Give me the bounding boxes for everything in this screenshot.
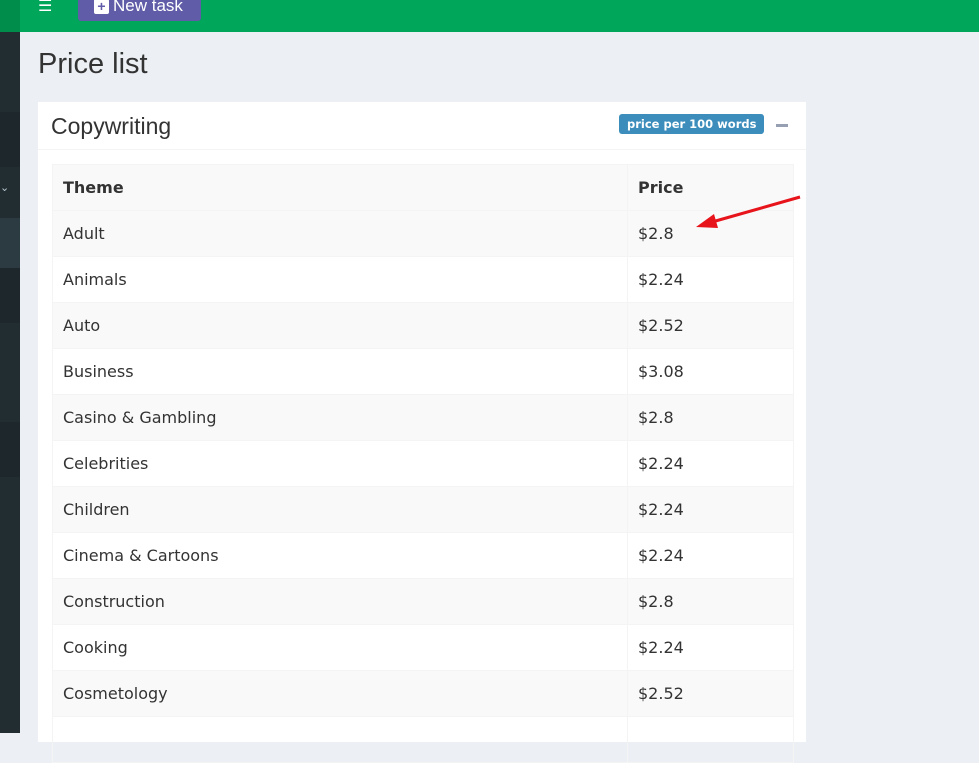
table-row: Casino & Gambling $2.8 <box>52 394 794 441</box>
theme-cell: Cinema & Cartoons <box>52 532 628 579</box>
chevron-down-icon: ⌄ <box>0 181 10 194</box>
price-cell: $2.24 <box>627 532 794 579</box>
sidebar: ⌄ <box>0 0 20 733</box>
table-row: Cinema & Cartoons $2.24 <box>52 532 794 579</box>
new-task-label: New task <box>113 0 183 15</box>
price-cell: $2.52 <box>627 670 794 717</box>
theme-cell: Auto <box>52 302 628 349</box>
theme-cell <box>52 716 628 763</box>
theme-cell: Cooking <box>52 624 628 671</box>
sidebar-band <box>0 32 20 112</box>
plus-square-icon: + <box>94 0 109 14</box>
sidebar-item[interactable] <box>0 268 20 323</box>
theme-cell: Celebrities <box>52 440 628 487</box>
card-title: Copywriting <box>51 113 172 139</box>
table-row: Construction $2.8 <box>52 578 794 625</box>
theme-cell: Cosmetology <box>52 670 628 717</box>
table-row: Adult $2.8 <box>52 210 794 257</box>
theme-cell: Construction <box>52 578 628 625</box>
price-cell: $2.24 <box>627 624 794 671</box>
price-cell: $2.8 <box>627 394 794 441</box>
sidebar-item-active[interactable] <box>0 218 20 268</box>
column-header-theme: Theme <box>52 164 628 211</box>
price-cell <box>627 716 794 763</box>
new-task-button[interactable]: + New task <box>78 0 201 21</box>
top-navbar: ☰ + New task <box>0 0 979 32</box>
theme-cell: Casino & Gambling <box>52 394 628 441</box>
price-cell: $2.24 <box>627 486 794 533</box>
sidebar-item[interactable] <box>0 112 20 167</box>
table-row: Celebrities $2.24 <box>52 440 794 487</box>
column-header-price: Price <box>627 164 794 211</box>
theme-cell: Business <box>52 348 628 395</box>
price-cell: $3.08 <box>627 348 794 395</box>
minus-icon[interactable] <box>776 124 788 127</box>
table-row: Cosmetology $2.52 <box>52 670 794 717</box>
price-cell: $2.24 <box>627 256 794 303</box>
table-row: Cooking $2.24 <box>52 624 794 671</box>
price-table: Theme Price Adult $2.8 Animals $2.24 Auto $2.… <box>52 164 794 763</box>
price-cell: $2.24 <box>627 440 794 487</box>
hamburger-icon[interactable]: ☰ <box>38 0 52 15</box>
page-title: Price list <box>38 48 148 80</box>
theme-cell: Adult <box>52 210 628 257</box>
logo-area <box>0 0 20 32</box>
price-cell: $2.52 <box>627 302 794 349</box>
card-header: Copywriting price per 100 words <box>38 102 806 150</box>
table-row: Children $2.24 <box>52 486 794 533</box>
table-row: Business $3.08 <box>52 348 794 395</box>
sidebar-item-expandable[interactable]: ⌄ <box>0 167 20 217</box>
price-cell: $2.8 <box>627 578 794 625</box>
table-row: Auto $2.52 <box>52 302 794 349</box>
sidebar-item[interactable] <box>0 422 20 477</box>
copywriting-card: Copywriting price per 100 words Theme Pr… <box>38 102 806 763</box>
table-row <box>52 716 794 763</box>
price-unit-badge: price per 100 words <box>619 114 765 134</box>
theme-cell: Animals <box>52 256 628 303</box>
table-row: Animals $2.24 <box>52 256 794 303</box>
theme-cell: Children <box>52 486 628 533</box>
price-cell: $2.8 <box>627 210 794 257</box>
